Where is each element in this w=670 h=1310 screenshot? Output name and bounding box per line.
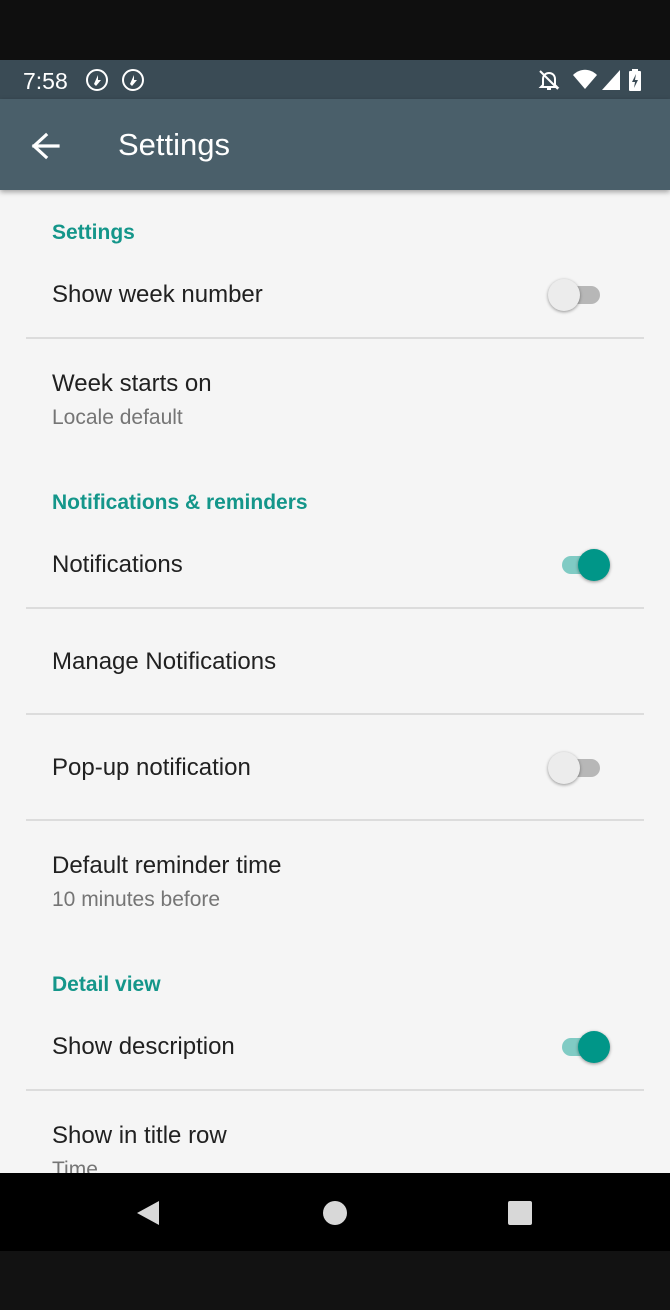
back-triangle-icon [128, 1201, 168, 1237]
week-starts-on-title: Week starts on [52, 370, 212, 397]
popup-notification-title: Pop-up notification [52, 754, 251, 781]
bottom-black-band [0, 1251, 670, 1310]
recents-square-icon [500, 1201, 540, 1237]
switch-thumb [548, 752, 580, 784]
default-reminder-time-row[interactable] [0, 821, 670, 943]
nav-home-button[interactable] [315, 1193, 355, 1233]
nav-back-button[interactable] [128, 1193, 168, 1233]
status-bar: 7:58 [0, 60, 670, 99]
page-title: Settings [118, 127, 231, 162]
status-time: 7:58 [23, 68, 68, 94]
show-in-title-row-value: Time [52, 1158, 98, 1173]
popup-notification-switch[interactable] [548, 747, 614, 787]
home-circle-icon [315, 1201, 355, 1237]
section-header-detail-view: Detail view [52, 973, 161, 996]
show-week-number-switch[interactable] [548, 274, 614, 314]
week-starts-on-value: Locale default [52, 406, 183, 429]
notifications-off-icon [537, 68, 561, 92]
arrow-back-icon [22, 132, 68, 173]
back-button[interactable] [22, 123, 68, 169]
manage-notifications-title: Manage Notifications [52, 648, 277, 675]
sync-icon [85, 68, 109, 92]
top-black-band [0, 0, 670, 60]
show-description-switch[interactable] [548, 1026, 614, 1066]
notifications-switch[interactable] [548, 544, 614, 584]
sync-icon [121, 68, 145, 92]
week-starts-on-row[interactable] [0, 339, 670, 461]
navigation-bar [0, 1173, 670, 1251]
section-header-notifications: Notifications & reminders [52, 491, 308, 514]
settings-list[interactable]: Settings Show week number Week starts on… [0, 190, 670, 1173]
section-header-settings: Settings [52, 221, 135, 244]
notifications-title: Notifications [52, 551, 183, 578]
switch-thumb [548, 279, 580, 311]
wifi-icon [572, 68, 597, 92]
nav-recents-button[interactable] [500, 1193, 540, 1233]
show-week-number-title: Show week number [52, 281, 263, 308]
show-in-title-row-title: Show in title row [52, 1122, 227, 1149]
signal-icon [600, 68, 624, 92]
switch-thumb [578, 1031, 610, 1063]
switch-thumb [578, 549, 610, 581]
show-description-title: Show description [52, 1033, 235, 1060]
default-reminder-time-title: Default reminder time [52, 852, 282, 879]
app-bar: Settings [0, 99, 670, 190]
battery-charging-icon [628, 68, 652, 92]
default-reminder-time-value: 10 minutes before [52, 888, 221, 911]
